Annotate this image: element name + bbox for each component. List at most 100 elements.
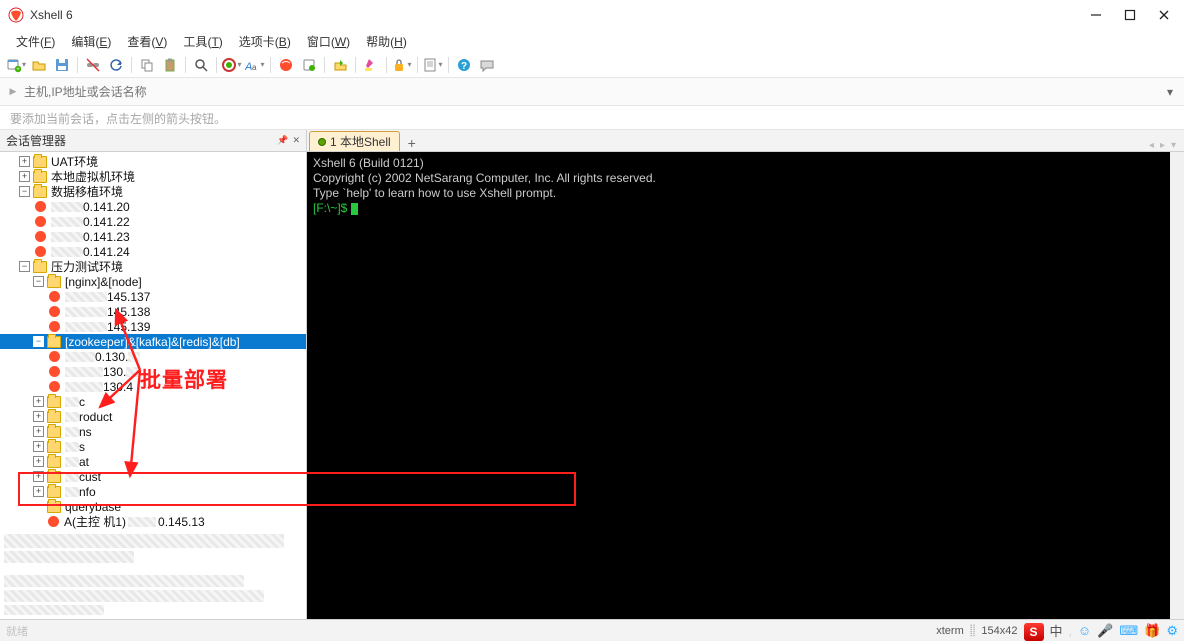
tab-list-icon[interactable]: ▾ bbox=[1171, 140, 1176, 151]
terminal-prompt: [F:\~]$ bbox=[313, 201, 1164, 216]
status-size: 154x42 bbox=[981, 625, 1017, 637]
menu-view[interactable]: 查看(V) bbox=[119, 31, 175, 52]
maximize-button[interactable] bbox=[1124, 9, 1136, 21]
side-bottom-redacted bbox=[0, 530, 306, 619]
tree-session[interactable]: 130. bbox=[0, 364, 306, 379]
tree-session[interactable]: 0.141.24 bbox=[0, 244, 306, 259]
tree-folder-uat[interactable]: +UAT环境 bbox=[0, 154, 306, 169]
terminal-line: Copyright (c) 2002 NetSarang Computer, I… bbox=[313, 171, 1164, 186]
paste-button[interactable] bbox=[160, 55, 180, 75]
svg-text:+: + bbox=[16, 67, 20, 73]
tab-strip: 1 本地Shell + ◂ ▸ ▾ bbox=[307, 130, 1184, 152]
menu-tabs[interactable]: 选项卡(B) bbox=[231, 31, 299, 52]
terminal-line: Type `help' to learn how to use Xshell p… bbox=[313, 186, 1164, 201]
tree-folder[interactable]: querybase bbox=[0, 499, 306, 514]
tray-gift-icon[interactable]: 🎁 bbox=[1144, 623, 1160, 639]
color-button[interactable]: ▾ bbox=[222, 55, 242, 75]
tree-folder[interactable]: +s bbox=[0, 439, 306, 454]
minimize-button[interactable] bbox=[1090, 9, 1102, 21]
tree-session-ctrl-a[interactable]: A(主控 机1)0.145.13 bbox=[0, 514, 306, 529]
svg-text:a: a bbox=[252, 63, 257, 72]
xftp-button[interactable] bbox=[330, 55, 350, 75]
app-logo-icon bbox=[8, 7, 24, 23]
tree-folder[interactable]: +nfo bbox=[0, 484, 306, 499]
tree-folder[interactable]: +roduct bbox=[0, 409, 306, 424]
tree-folder[interactable]: +cust bbox=[0, 469, 306, 484]
help-button[interactable]: ? bbox=[454, 55, 474, 75]
tray-icon[interactable]: ⸒ bbox=[1069, 623, 1072, 638]
tree-session[interactable]: 0.141.22 bbox=[0, 214, 306, 229]
menu-file[interactable]: 文件(F) bbox=[8, 31, 63, 52]
find-button[interactable] bbox=[191, 55, 211, 75]
panel-close-icon[interactable]: ✕ bbox=[292, 135, 300, 146]
tree-session[interactable]: 130.4 bbox=[0, 379, 306, 394]
tree-session[interactable]: 145.137 bbox=[0, 289, 306, 304]
tree-folder-zk-selected[interactable]: −[zookeeper]&[kafka]&[redis]&[db] bbox=[0, 334, 306, 349]
open-session-button[interactable] bbox=[29, 55, 49, 75]
address-input[interactable] bbox=[20, 83, 1162, 101]
session-manager-panel: 会话管理器 📌✕ +UAT环境 +本地虚拟机环境 −数据移植环境 0.141.2… bbox=[0, 130, 307, 619]
tray-mic-icon[interactable]: 🎤 bbox=[1097, 623, 1113, 639]
tray-face-icon[interactable]: ☺ bbox=[1078, 623, 1091, 638]
address-bar: ▶ ▾ bbox=[0, 78, 1184, 106]
terminal[interactable]: Xshell 6 (Build 0121) Copyright (c) 2002… bbox=[307, 152, 1184, 619]
terminal-panel: 1 本地Shell + ◂ ▸ ▾ Xshell 6 (Build 0121) … bbox=[307, 130, 1184, 619]
status-term-type: xterm bbox=[936, 625, 964, 637]
highlight-button[interactable] bbox=[361, 55, 381, 75]
svg-text:?: ? bbox=[461, 61, 467, 72]
tray-settings-icon[interactable]: ⚙ bbox=[1166, 623, 1178, 639]
disconnect-button[interactable] bbox=[83, 55, 103, 75]
tree-folder-localvm[interactable]: +本地虚拟机环境 bbox=[0, 169, 306, 184]
tree-session-ctrl-b[interactable]: B(主控机2145.137 bbox=[0, 529, 306, 530]
menu-window[interactable]: 窗口(W) bbox=[299, 31, 358, 52]
menu-tools[interactable]: 工具(T) bbox=[175, 31, 230, 52]
copy-button[interactable] bbox=[137, 55, 157, 75]
lock-button[interactable]: ▾ bbox=[392, 55, 412, 75]
feedback-button[interactable] bbox=[477, 55, 497, 75]
status-bar: 就绪 xterm ⸽⸽ 154x42 S 中 ⸒ ☺ 🎤 ⌨ 🎁 ⚙ bbox=[0, 619, 1184, 641]
terminal-line: Xshell 6 (Build 0121) bbox=[313, 156, 1164, 171]
xagent-button[interactable] bbox=[276, 55, 296, 75]
tab-next-icon[interactable]: ▸ bbox=[1160, 140, 1165, 151]
tree-session[interactable]: 145.139 bbox=[0, 319, 306, 334]
tree-session[interactable]: 0.141.20 bbox=[0, 199, 306, 214]
menu-bar: 文件(F) 编辑(E) 查看(V) 工具(T) 选项卡(B) 窗口(W) 帮助(… bbox=[0, 30, 1184, 52]
tab-status-icon bbox=[318, 138, 326, 146]
tree-folder[interactable]: +ns bbox=[0, 424, 306, 439]
window-title: Xshell 6 bbox=[30, 8, 73, 22]
tree-folder-nginx[interactable]: −[nginx]&[node] bbox=[0, 274, 306, 289]
tree-folder[interactable]: +at bbox=[0, 454, 306, 469]
tab-label: 1 本地Shell bbox=[330, 133, 391, 150]
hint-text: 要添加当前会话，点击左侧的箭头按钮。 bbox=[0, 106, 1184, 130]
session-manager-title: 会话管理器 📌✕ bbox=[0, 130, 306, 152]
tray-keyboard-icon[interactable]: ⌨ bbox=[1119, 623, 1138, 639]
tab-local-shell[interactable]: 1 本地Shell bbox=[309, 131, 400, 151]
new-session-button[interactable]: +▾ bbox=[6, 55, 26, 75]
close-button[interactable] bbox=[1158, 9, 1170, 21]
addr-arrow-icon[interactable]: ▶ bbox=[6, 86, 20, 97]
tree-folder[interactable]: +c bbox=[0, 394, 306, 409]
save-button[interactable] bbox=[52, 55, 72, 75]
reconnect-button[interactable] bbox=[106, 55, 126, 75]
new-tab-button[interactable]: + bbox=[404, 135, 420, 151]
menu-help[interactable]: 帮助(H) bbox=[358, 31, 415, 52]
menu-edit[interactable]: 编辑(E) bbox=[63, 31, 119, 52]
tab-prev-icon[interactable]: ◂ bbox=[1149, 140, 1154, 151]
tree-session[interactable]: 0.130. bbox=[0, 349, 306, 364]
session-tree[interactable]: +UAT环境 +本地虚拟机环境 −数据移植环境 0.141.20 0.141.2… bbox=[0, 152, 306, 530]
toolbar: +▾ ▾ Aa▾ ▾ ▾ ? bbox=[0, 52, 1184, 78]
script-button[interactable] bbox=[299, 55, 319, 75]
cursor-icon bbox=[351, 203, 358, 215]
font-button[interactable]: Aa▾ bbox=[245, 55, 265, 75]
tree-session[interactable]: 145.138 bbox=[0, 304, 306, 319]
tree-folder-datamig[interactable]: −数据移植环境 bbox=[0, 184, 306, 199]
title-bar: Xshell 6 bbox=[0, 0, 1184, 30]
status-left: 就绪 bbox=[6, 623, 28, 639]
ime-icon[interactable]: S bbox=[1024, 623, 1044, 641]
tray-ime-text[interactable]: 中 bbox=[1050, 621, 1063, 640]
pin-icon[interactable]: 📌 bbox=[277, 135, 288, 146]
log-button[interactable]: ▾ bbox=[423, 55, 443, 75]
addr-dropdown-icon[interactable]: ▾ bbox=[1162, 85, 1178, 99]
tree-session[interactable]: 0.141.23 bbox=[0, 229, 306, 244]
tree-folder-stress[interactable]: −压力测试环境 bbox=[0, 259, 306, 274]
